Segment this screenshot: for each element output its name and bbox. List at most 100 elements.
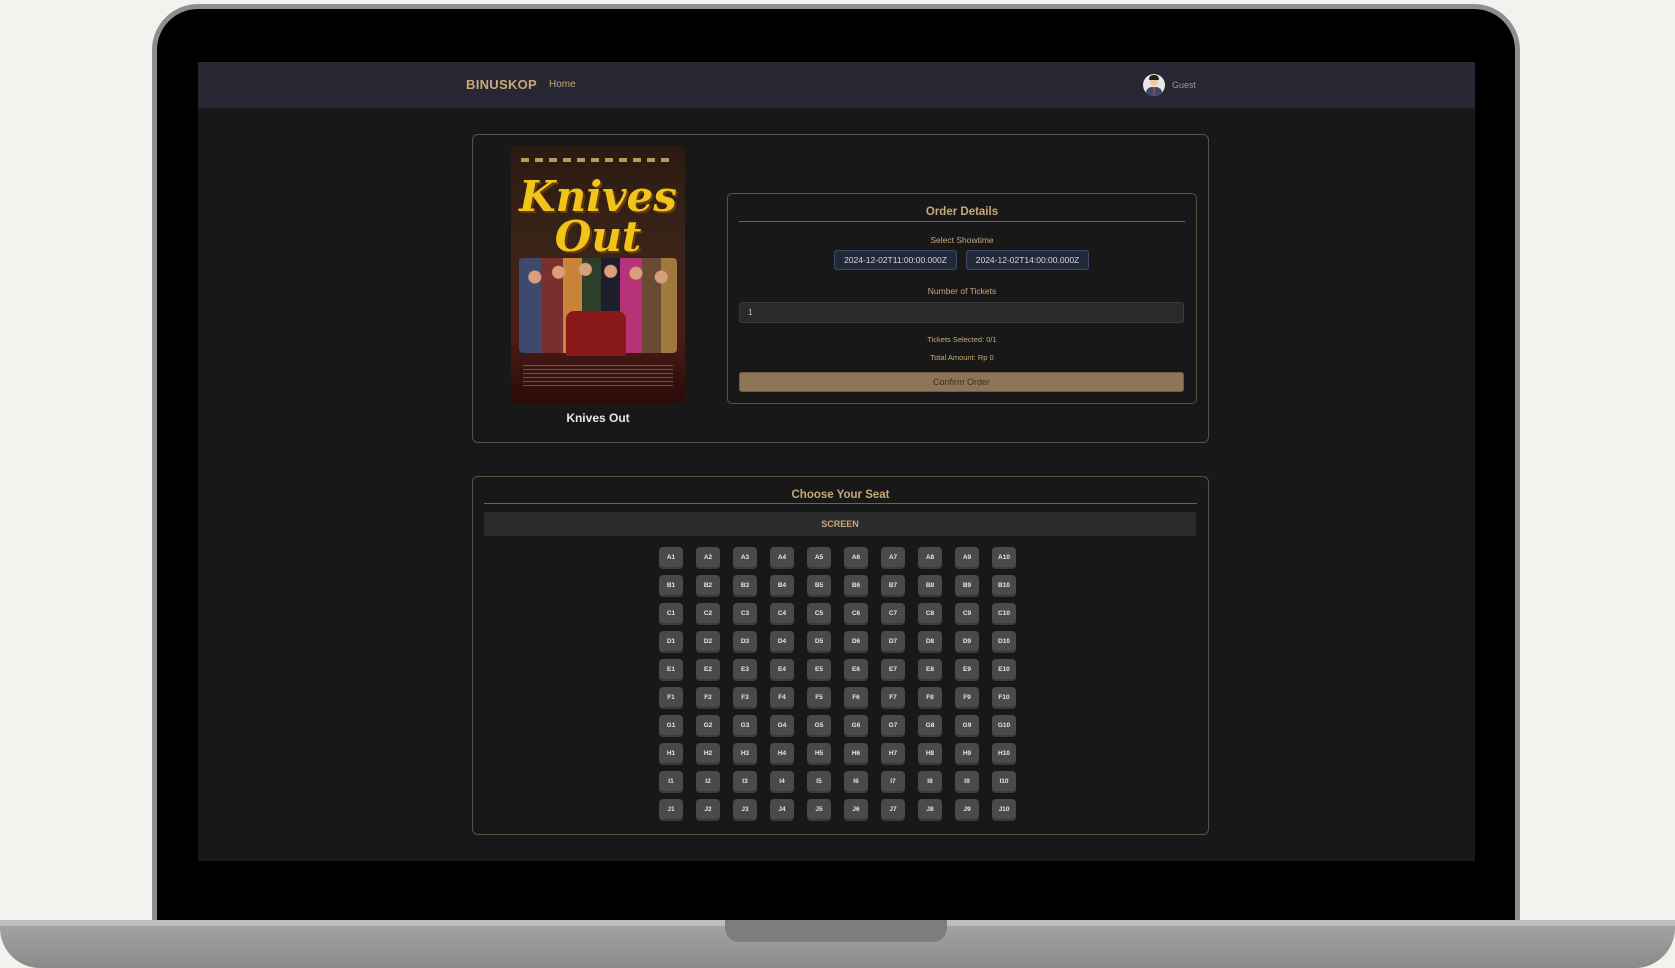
seat-d1[interactable]: D1 [659, 631, 683, 653]
seat-e1[interactable]: E1 [659, 659, 683, 681]
seat-h1[interactable]: H1 [659, 743, 683, 765]
seat-g3[interactable]: G3 [733, 715, 757, 737]
seat-e8[interactable]: E8 [918, 659, 942, 681]
seat-h8[interactable]: H8 [918, 743, 942, 765]
seat-b1[interactable]: B1 [659, 575, 683, 597]
seat-h6[interactable]: H6 [844, 743, 868, 765]
seat-d5[interactable]: D5 [807, 631, 831, 653]
seat-j6[interactable]: J6 [844, 799, 868, 821]
seat-f4[interactable]: F4 [770, 687, 794, 709]
seat-j7[interactable]: J7 [881, 799, 905, 821]
seat-b8[interactable]: B8 [918, 575, 942, 597]
seat-a8[interactable]: A8 [918, 547, 942, 569]
seat-i9[interactable]: I9 [955, 771, 979, 793]
seat-i10[interactable]: I10 [992, 771, 1016, 793]
seat-f8[interactable]: F8 [918, 687, 942, 709]
seat-g8[interactable]: G8 [918, 715, 942, 737]
seat-e7[interactable]: E7 [881, 659, 905, 681]
seat-g10[interactable]: G10 [992, 715, 1016, 737]
showtime-button-1[interactable]: 2024-12-02T11:00:00.000Z [834, 250, 957, 270]
seat-j2[interactable]: J2 [696, 799, 720, 821]
seat-c5[interactable]: C5 [807, 603, 831, 625]
seat-c1[interactable]: C1 [659, 603, 683, 625]
seat-i5[interactable]: I5 [807, 771, 831, 793]
seat-a6[interactable]: A6 [844, 547, 868, 569]
seat-e10[interactable]: E10 [992, 659, 1016, 681]
seat-f5[interactable]: F5 [807, 687, 831, 709]
seat-d3[interactable]: D3 [733, 631, 757, 653]
seat-e5[interactable]: E5 [807, 659, 831, 681]
brand-logo[interactable]: BINUSKOP [466, 77, 537, 92]
seat-i1[interactable]: I1 [659, 771, 683, 793]
seat-f3[interactable]: F3 [733, 687, 757, 709]
seat-j5[interactable]: J5 [807, 799, 831, 821]
seat-a9[interactable]: A9 [955, 547, 979, 569]
seat-c8[interactable]: C8 [918, 603, 942, 625]
confirm-order-button[interactable]: Confirm Order [739, 372, 1184, 392]
seat-f1[interactable]: F1 [659, 687, 683, 709]
seat-a4[interactable]: A4 [770, 547, 794, 569]
seat-f6[interactable]: F6 [844, 687, 868, 709]
tickets-input[interactable]: 1 [739, 302, 1184, 323]
seat-d10[interactable]: D10 [992, 631, 1016, 653]
seat-h2[interactable]: H2 [696, 743, 720, 765]
seat-j8[interactable]: J8 [918, 799, 942, 821]
seat-b6[interactable]: B6 [844, 575, 868, 597]
seat-d9[interactable]: D9 [955, 631, 979, 653]
seat-e2[interactable]: E2 [696, 659, 720, 681]
seat-f7[interactable]: F7 [881, 687, 905, 709]
seat-a10[interactable]: A10 [992, 547, 1016, 569]
seat-d2[interactable]: D2 [696, 631, 720, 653]
seat-d4[interactable]: D4 [770, 631, 794, 653]
seat-f9[interactable]: F9 [955, 687, 979, 709]
user-avatar-icon[interactable] [1143, 74, 1165, 96]
seat-d6[interactable]: D6 [844, 631, 868, 653]
seat-i2[interactable]: I2 [696, 771, 720, 793]
seat-j9[interactable]: J9 [955, 799, 979, 821]
seat-h5[interactable]: H5 [807, 743, 831, 765]
seat-i3[interactable]: I3 [733, 771, 757, 793]
user-name[interactable]: Guest [1172, 80, 1196, 90]
seat-g4[interactable]: G4 [770, 715, 794, 737]
seat-i6[interactable]: I6 [844, 771, 868, 793]
seat-d8[interactable]: D8 [918, 631, 942, 653]
seat-i7[interactable]: I7 [881, 771, 905, 793]
seat-b9[interactable]: B9 [955, 575, 979, 597]
seat-c10[interactable]: C10 [992, 603, 1016, 625]
seat-e3[interactable]: E3 [733, 659, 757, 681]
showtime-button-2[interactable]: 2024-12-02T14:00:00.000Z [966, 250, 1089, 270]
seat-f10[interactable]: F10 [992, 687, 1016, 709]
seat-a5[interactable]: A5 [807, 547, 831, 569]
seat-g1[interactable]: G1 [659, 715, 683, 737]
nav-link-home[interactable]: Home [549, 79, 576, 90]
seat-a7[interactable]: A7 [881, 547, 905, 569]
seat-c2[interactable]: C2 [696, 603, 720, 625]
seat-c7[interactable]: C7 [881, 603, 905, 625]
seat-b7[interactable]: B7 [881, 575, 905, 597]
seat-j1[interactable]: J1 [659, 799, 683, 821]
seat-j10[interactable]: J10 [992, 799, 1016, 821]
seat-h4[interactable]: H4 [770, 743, 794, 765]
seat-a2[interactable]: A2 [696, 547, 720, 569]
seat-g5[interactable]: G5 [807, 715, 831, 737]
seat-e6[interactable]: E6 [844, 659, 868, 681]
seat-b3[interactable]: B3 [733, 575, 757, 597]
seat-h10[interactable]: H10 [992, 743, 1016, 765]
seat-h7[interactable]: H7 [881, 743, 905, 765]
seat-g7[interactable]: G7 [881, 715, 905, 737]
seat-h3[interactable]: H3 [733, 743, 757, 765]
seat-b5[interactable]: B5 [807, 575, 831, 597]
seat-b2[interactable]: B2 [696, 575, 720, 597]
seat-b10[interactable]: B10 [992, 575, 1016, 597]
seat-g9[interactable]: G9 [955, 715, 979, 737]
seat-j4[interactable]: J4 [770, 799, 794, 821]
seat-a3[interactable]: A3 [733, 547, 757, 569]
seat-d7[interactable]: D7 [881, 631, 905, 653]
seat-g6[interactable]: G6 [844, 715, 868, 737]
seat-g2[interactable]: G2 [696, 715, 720, 737]
seat-c4[interactable]: C4 [770, 603, 794, 625]
seat-i4[interactable]: I4 [770, 771, 794, 793]
seat-e9[interactable]: E9 [955, 659, 979, 681]
seat-c3[interactable]: C3 [733, 603, 757, 625]
seat-c9[interactable]: C9 [955, 603, 979, 625]
